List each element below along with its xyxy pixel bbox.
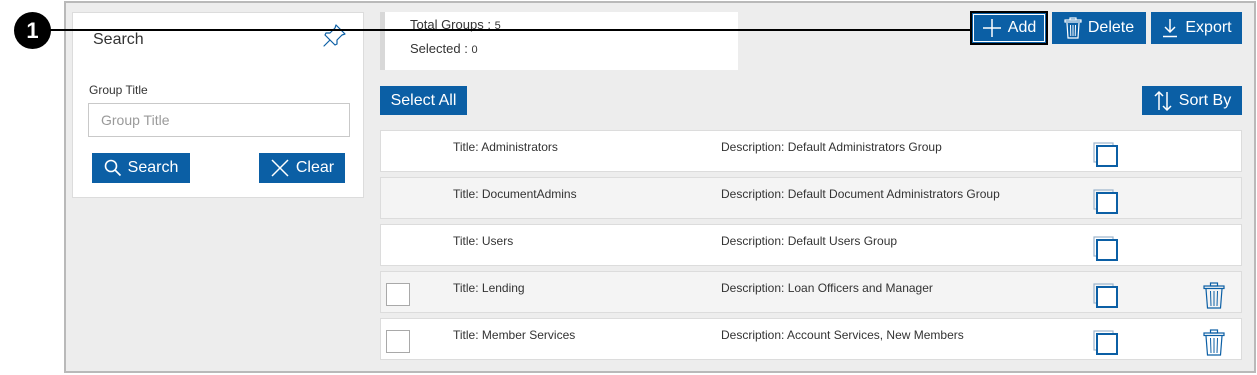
copy-icon[interactable] xyxy=(1093,236,1119,261)
copy-icon[interactable] xyxy=(1093,283,1119,308)
group-description: Description: Default Document Administra… xyxy=(721,187,1000,201)
selected-count: Selected : 0 xyxy=(410,41,478,56)
copy-icon[interactable] xyxy=(1093,330,1119,355)
search-icon xyxy=(104,159,121,177)
group-description: Description: Loan Officers and Manager xyxy=(721,281,933,295)
copy-icon[interactable] xyxy=(1093,142,1119,167)
group-description: Description: Account Services, New Membe… xyxy=(721,328,964,342)
search-button[interactable]: Search xyxy=(92,153,190,183)
trash-icon xyxy=(1064,17,1082,39)
download-icon xyxy=(1163,19,1178,38)
add-button-label: Add xyxy=(1007,19,1037,36)
group-description: Description: Default Users Group xyxy=(721,234,898,248)
callout-line xyxy=(48,29,970,31)
select-all-label: Select All xyxy=(390,91,457,109)
close-icon xyxy=(271,159,289,177)
delete-button[interactable]: Delete xyxy=(1052,12,1146,44)
export-button-label: Export xyxy=(1185,19,1232,36)
search-panel-title: Search xyxy=(93,31,144,48)
group-title: Title: DocumentAdmins xyxy=(453,187,577,201)
group-title: Title: Users xyxy=(453,234,514,248)
group-row[interactable]: Title: Member Services Description: Acco… xyxy=(380,318,1242,360)
group-row[interactable]: Title: Administrators Description: Defau… xyxy=(380,130,1242,172)
group-title: Title: Administrators xyxy=(453,140,558,154)
select-all-button[interactable]: Select All xyxy=(380,86,467,115)
sort-by-label: Sort By xyxy=(1178,91,1232,109)
search-panel: Search Group Title Search Clear xyxy=(72,12,364,198)
trash-icon[interactable] xyxy=(1203,282,1225,309)
group-title: Title: Member Services xyxy=(453,328,576,342)
sort-icon xyxy=(1154,90,1172,111)
plus-icon xyxy=(982,19,1001,37)
row-checkbox[interactable] xyxy=(386,283,410,306)
group-row[interactable]: Title: Lending Description: Loan Officer… xyxy=(380,271,1242,313)
row-checkbox[interactable] xyxy=(386,330,410,353)
group-title-input[interactable] xyxy=(88,103,350,137)
search-button-label: Search xyxy=(127,159,179,176)
group-description: Description: Default Administrators Grou… xyxy=(721,140,942,154)
group-title-label: Group Title xyxy=(89,83,148,97)
add-button[interactable]: Add xyxy=(970,11,1048,45)
group-row[interactable]: Title: DocumentAdmins Description: Defau… xyxy=(380,177,1242,219)
clear-button[interactable]: Clear xyxy=(259,153,345,183)
group-row[interactable]: Title: Users Description: Default Users … xyxy=(380,224,1242,266)
pin-icon[interactable] xyxy=(321,23,347,49)
delete-button-label: Delete xyxy=(1087,19,1135,36)
copy-icon[interactable] xyxy=(1093,189,1119,214)
groups-summary: Total Groups : 5 Selected : 0 xyxy=(380,12,738,70)
export-button[interactable]: Export xyxy=(1151,12,1242,44)
selected-count-value: 0 xyxy=(471,44,478,56)
callout-badge: 1 xyxy=(14,12,51,49)
sort-by-button[interactable]: Sort By xyxy=(1142,86,1242,115)
trash-icon[interactable] xyxy=(1203,329,1225,356)
selected-count-label: Selected : xyxy=(410,41,468,56)
clear-button-label: Clear xyxy=(295,159,335,176)
group-title: Title: Lending xyxy=(453,281,525,295)
